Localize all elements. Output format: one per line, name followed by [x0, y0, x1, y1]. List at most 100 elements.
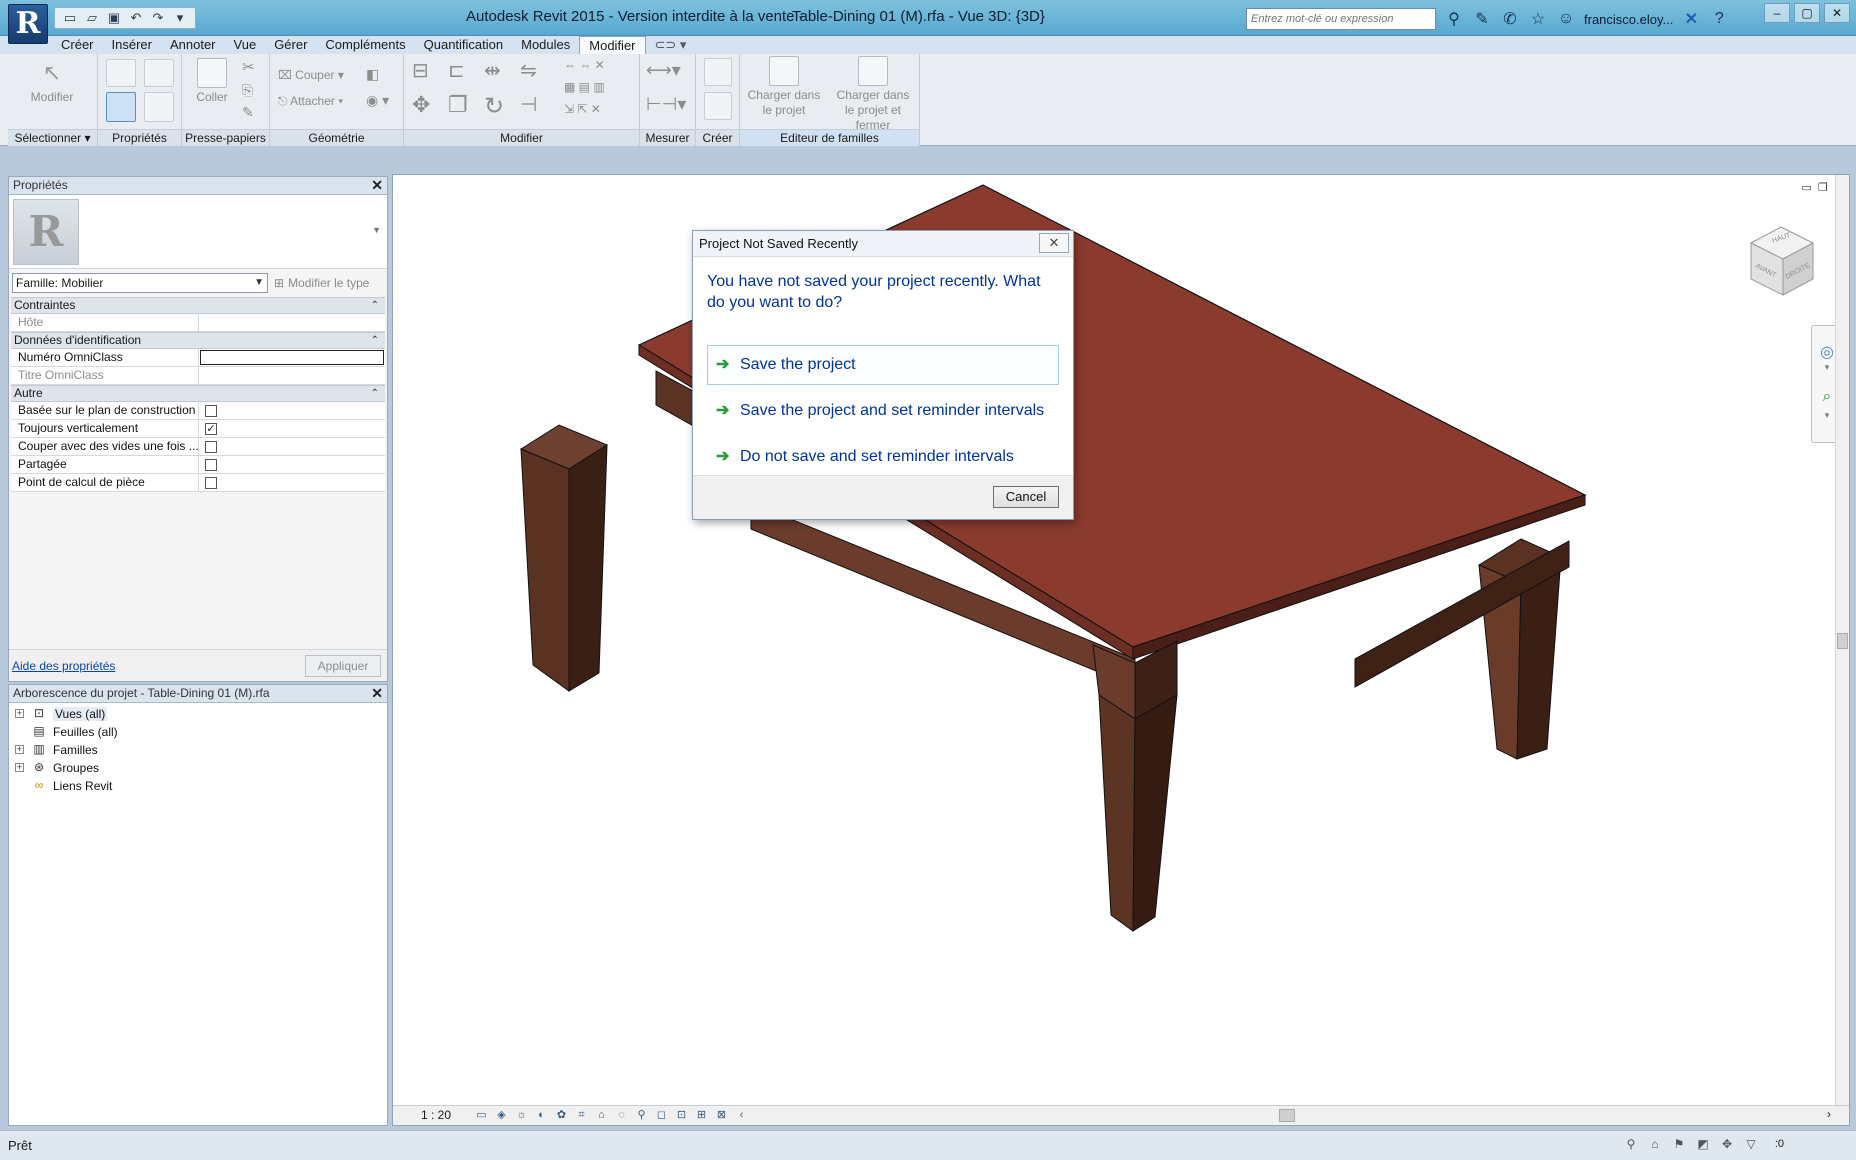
expand-icon[interactable]: + — [15, 709, 24, 718]
load-into-project-and-close-button[interactable]: Charger dans le projet et fermer — [826, 56, 920, 133]
chevron-right-icon[interactable]: › — [1827, 1107, 1831, 1121]
do-not-save-option[interactable]: ➔ Do not save and set reminder intervals — [707, 437, 1059, 477]
apply-button[interactable]: Appliquer — [305, 655, 381, 677]
mirror-draw-icon[interactable]: ⇋ — [520, 58, 537, 83]
user-icon[interactable]: ☺ — [1556, 10, 1576, 28]
visual-style-icon[interactable]: ◈ — [493, 1108, 510, 1123]
select-links-icon[interactable]: ⚲ — [1622, 1137, 1640, 1153]
tab-gerer[interactable]: Gérer — [265, 36, 316, 54]
exchange-icon[interactable]: ✕ — [1681, 9, 1701, 29]
expand-icon[interactable]: + — [15, 745, 24, 754]
close-icon[interactable]: ✕ — [1039, 233, 1069, 253]
crop-view-icon[interactable]: ⌗ — [573, 1108, 590, 1123]
new-icon[interactable]: ▭ — [61, 10, 79, 26]
close-icon[interactable]: ✕ — [1824, 3, 1850, 23]
filter-icon[interactable]: ▽ — [1742, 1137, 1760, 1153]
steering-wheel-icon[interactable]: ◎ — [1817, 342, 1837, 361]
create-similar-icon[interactable] — [704, 92, 732, 120]
worksharing-icon[interactable]: ◻ — [653, 1108, 670, 1123]
mirror-axis-icon[interactable]: ⇹ — [484, 58, 501, 83]
ribbon-display-toggle-icon[interactable]: ⊂⊃ ▾ — [646, 36, 696, 54]
section-other[interactable]: Autre ⌃ — [11, 385, 385, 402]
properties-toggle-icon[interactable] — [106, 92, 136, 122]
tree-item[interactable]: ▤ Feuilles (all) — [9, 723, 387, 741]
type-properties-icon[interactable] — [144, 92, 174, 122]
restore-icon[interactable]: ❐ — [1818, 181, 1828, 194]
family-types-icon[interactable] — [106, 59, 136, 87]
move-icon[interactable]: ✥ — [412, 92, 430, 118]
select-by-face-icon[interactable]: ◩ — [1694, 1137, 1712, 1153]
array-icon[interactable]: ▦ ▤ ▥ — [564, 80, 605, 94]
expand-icon[interactable]: + — [15, 763, 24, 772]
horizontal-scrollbar-thumb[interactable] — [1279, 1109, 1295, 1122]
collapse-icon[interactable]: ⌃ — [371, 298, 379, 313]
communication-icon[interactable]: ✆ — [1500, 9, 1520, 29]
chevron-down-icon[interactable]: ▾ — [1817, 410, 1837, 428]
room-calc-point-checkbox[interactable] — [205, 477, 217, 489]
undo-icon[interactable]: ↶ — [127, 10, 145, 26]
cancel-button[interactable]: Cancel — [993, 486, 1059, 508]
close-icon[interactable]: ✕ — [371, 177, 383, 194]
tab-modifier[interactable]: Modifier — [579, 36, 646, 54]
select-pinned-icon[interactable]: ⚑ — [1670, 1137, 1688, 1153]
binoculars-icon[interactable]: ⚲ — [1444, 9, 1464, 29]
show-rendering-icon[interactable]: ✿ — [553, 1108, 570, 1123]
collapse-icon[interactable]: ⌃ — [371, 333, 379, 348]
type-selector[interactable]: R ▼ — [9, 195, 387, 269]
shadows-icon[interactable]: ◐ — [533, 1108, 550, 1123]
constraints-icon[interactable]: ⊠ — [713, 1108, 730, 1123]
tab-quantification[interactable]: Quantification — [415, 36, 513, 54]
family-filter-select[interactable]: Famille: Mobilier ▼ — [12, 273, 268, 293]
chevron-down-icon[interactable]: ▾ — [1817, 362, 1837, 380]
scrollbar-thumb[interactable] — [1837, 633, 1848, 649]
dimension-icon[interactable]: ⊢⊣▾ — [646, 94, 686, 115]
viewcube[interactable]: HAUT AVANT DROITE — [1743, 223, 1821, 301]
tab-inserer[interactable]: Insérer — [103, 36, 161, 54]
properties-help-link[interactable]: Aide des propriétés — [12, 659, 115, 673]
chevron-left-icon[interactable]: ‹ — [733, 1108, 750, 1123]
reveal-hidden-icon[interactable]: ⚲ — [633, 1108, 650, 1123]
modify-button[interactable]: ↖ Modifier — [22, 58, 82, 105]
section-constraints[interactable]: Contraintes ⌃ — [11, 297, 385, 314]
maximize-icon[interactable]: ▢ — [1794, 3, 1820, 23]
collapse-icon[interactable]: ⌃ — [371, 386, 379, 401]
view-scale[interactable]: 1 : 20 — [421, 1108, 451, 1122]
tab-annoter[interactable]: Annoter — [161, 36, 225, 54]
minimize-icon[interactable]: – — [1764, 3, 1790, 23]
copy-element-icon[interactable]: ❐ — [448, 92, 468, 118]
panel-select-label[interactable]: Sélectionner ▾ — [8, 129, 97, 146]
cut-geometry-button[interactable]: ⌧ Couper ▾ — [278, 68, 344, 82]
temporary-hide-icon[interactable]: ◌ — [613, 1108, 630, 1123]
redo-icon[interactable]: ↷ — [149, 10, 167, 26]
rotate-icon[interactable]: ↻ — [484, 92, 504, 121]
edit-type-button[interactable]: ⊞ Modifier le type — [274, 276, 369, 290]
save-and-set-reminder-option[interactable]: ➔ Save the project and set reminder inte… — [707, 391, 1059, 431]
user-name[interactable]: francisco.eloy... — [1584, 12, 1673, 27]
trim-icon[interactable]: ⊣ — [520, 92, 537, 117]
open-icon[interactable]: ▱ — [83, 10, 101, 26]
split-icon[interactable]: ⇔ ⇔ ✕ — [564, 58, 605, 72]
scale-icon[interactable]: ⇲ ⇱ ✕ — [564, 102, 601, 116]
tree-item[interactable]: + ⊡ Vues (all) — [9, 705, 387, 723]
cut-icon[interactable]: ✂ — [242, 58, 255, 76]
drawing-viewport[interactable]: ▭ ❐ ✕ HAUT AVANT DROITE ◎ ▾ ⌕ ▾ 1 : 20 ▭… — [392, 174, 1850, 1126]
align-icon[interactable]: ⊟ — [412, 58, 429, 83]
close-icon[interactable]: ✕ — [371, 685, 383, 702]
omniclass-number-input[interactable] — [200, 350, 384, 365]
lock-3d-view-icon[interactable]: ⌂ — [593, 1108, 610, 1123]
save-icon[interactable]: ▣ — [105, 10, 123, 26]
family-category-icon[interactable] — [144, 59, 174, 87]
tab-modules[interactable]: Modules — [512, 36, 579, 54]
table-3d-model[interactable] — [393, 175, 1850, 1126]
tree-item[interactable]: ∞ Liens Revit — [9, 777, 387, 795]
shared-checkbox[interactable] — [205, 459, 217, 471]
paint-icon[interactable]: ◉ ▾ — [366, 92, 389, 109]
help-icon[interactable]: ? — [1709, 10, 1729, 28]
tab-complements[interactable]: Compléments — [316, 36, 414, 54]
minimize-icon[interactable]: ▭ — [1802, 181, 1812, 194]
match-properties-icon[interactable]: ✎ — [242, 104, 254, 121]
create-group-icon[interactable] — [704, 58, 732, 86]
select-underlay-icon[interactable]: ⌂ — [1646, 1137, 1664, 1153]
chevron-down-icon[interactable]: ▼ — [372, 225, 381, 235]
application-menu-button[interactable]: R — [8, 4, 48, 44]
